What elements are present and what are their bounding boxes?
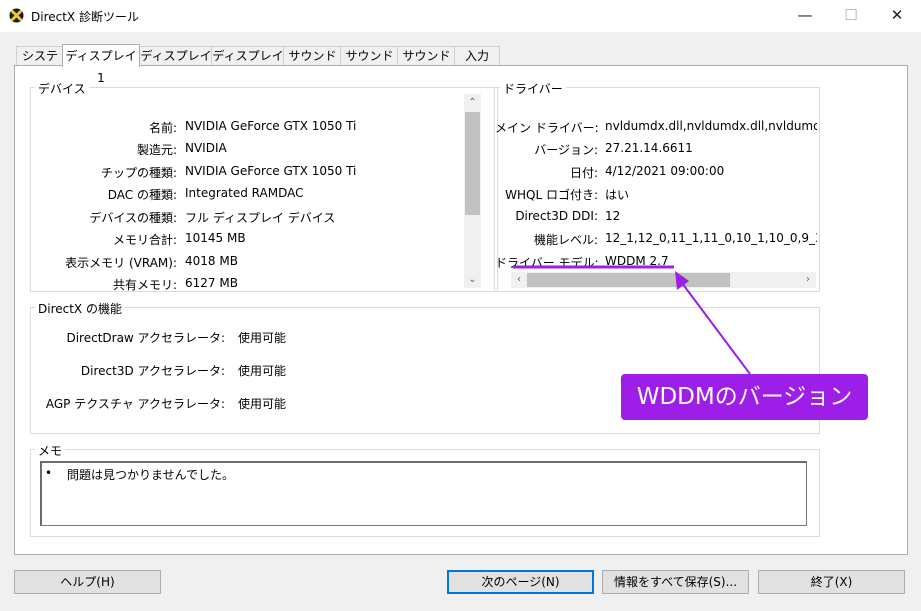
wddm-version-callout: WDDMのバージョン bbox=[621, 374, 868, 420]
annotation-arrow bbox=[513, 265, 751, 375]
